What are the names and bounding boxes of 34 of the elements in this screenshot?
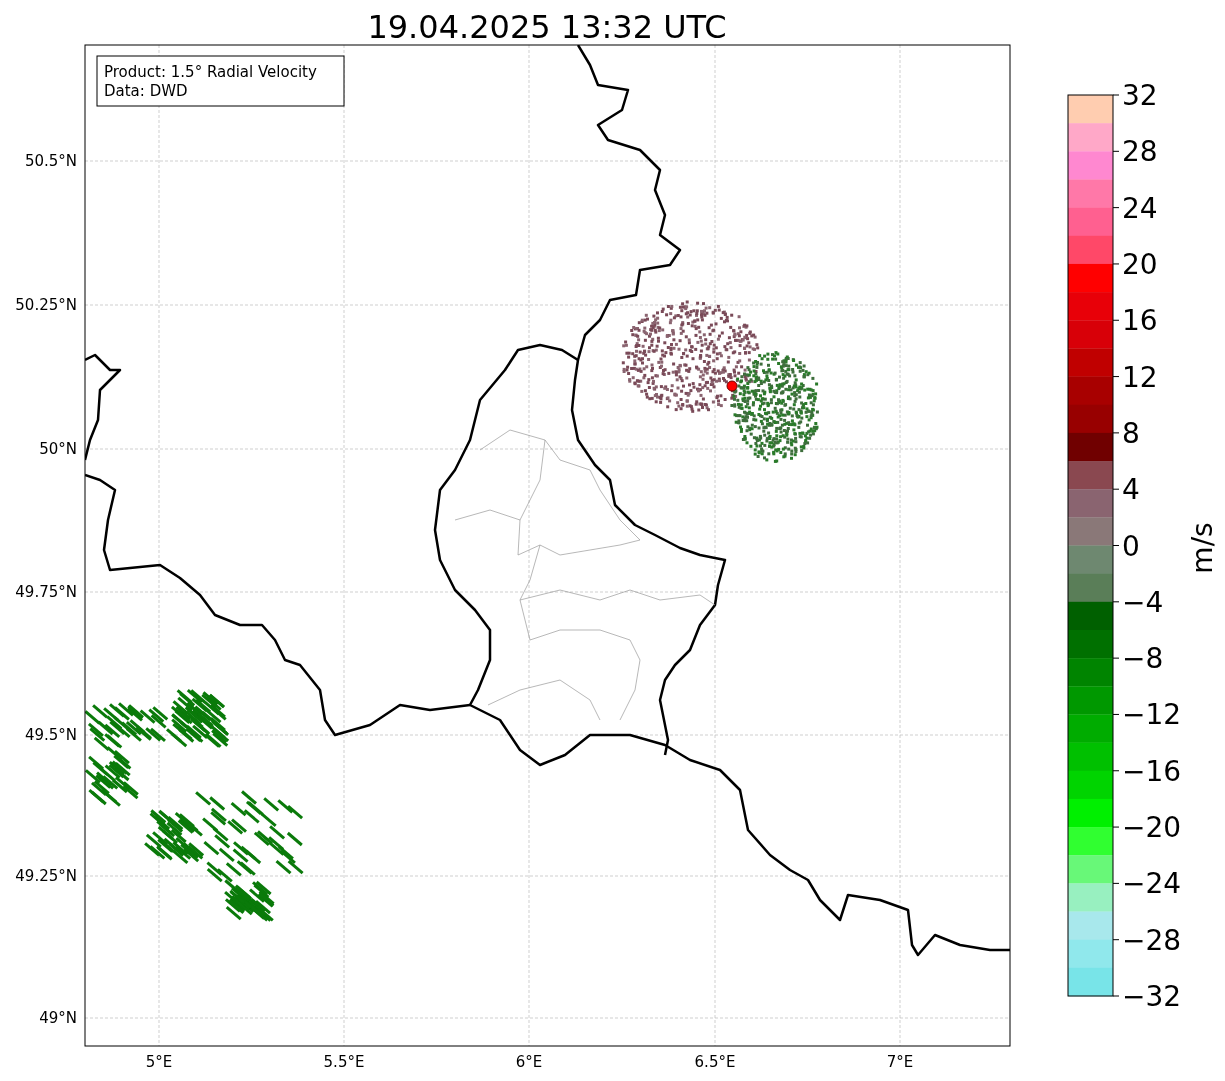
colorbar-tick-label: −20	[1122, 811, 1182, 845]
colorbar-tick-label: 8	[1122, 416, 1140, 450]
colorbar-tick-label: 32	[1122, 79, 1158, 112]
colorbar-tick-label: −28	[1122, 923, 1182, 957]
x-tick-label: 7°E	[886, 1053, 914, 1071]
colorbar-tick-label: 0	[1122, 529, 1140, 563]
colorbar-tick-label: 12	[1122, 360, 1158, 394]
x-tick-label: 5.5°E	[323, 1053, 365, 1071]
y-tick-label: 49.5°N	[24, 726, 77, 744]
y-tick-label: 50.25°N	[15, 296, 77, 314]
y-tick-label: 49.75°N	[15, 583, 77, 601]
radar-site-marker	[726, 380, 738, 392]
y-tick-label: 50°N	[39, 440, 77, 458]
colorbar-tick-label: 28	[1122, 135, 1158, 169]
y-tick-label: 49.25°N	[15, 867, 77, 885]
info-text: Product: 1.5° Radial Velocity	[104, 63, 317, 81]
colorbar-tick-label: 16	[1122, 304, 1158, 338]
info-text: Data: DWD	[104, 82, 188, 100]
x-tick-label: 5°E	[145, 1053, 173, 1071]
colorbar-label: m/s	[1186, 522, 1219, 574]
colorbar-tick-label: 20	[1122, 247, 1158, 281]
colorbar-tick-label: 4	[1122, 473, 1140, 507]
x-tick-label: 6.5°E	[694, 1053, 736, 1071]
colorbar-tick-label: −8	[1122, 642, 1164, 676]
chart-title: 19.04.2025 13:32 UTC	[367, 8, 727, 46]
colorbar-tick-label: −12	[1122, 698, 1182, 732]
y-tick-label: 49°N	[39, 1009, 77, 1027]
colorbar-tick-label: −32	[1122, 980, 1182, 1013]
y-tick-label: 50.5°N	[24, 152, 77, 170]
x-tick-label: 6°E	[515, 1053, 543, 1071]
colorbar-tick-label: −24	[1122, 867, 1182, 901]
colorbar-tick-label: 24	[1122, 191, 1158, 225]
colorbar-tick-label: −16	[1122, 754, 1182, 788]
colorbar-tick-label: −4	[1122, 585, 1164, 619]
